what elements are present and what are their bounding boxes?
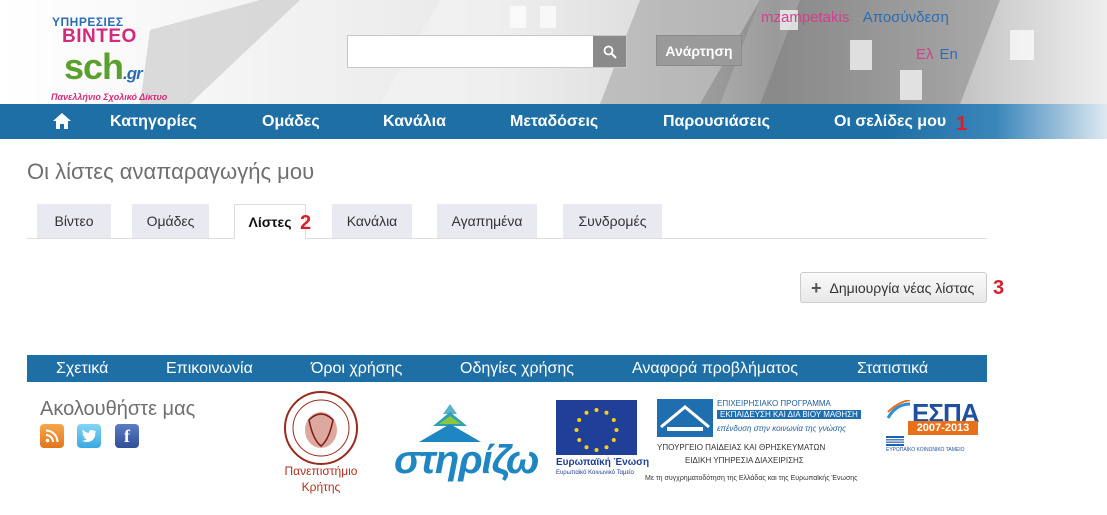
annotation-marker-3: 3 <box>993 277 1005 299</box>
logout-link[interactable]: Αποσύνδεση <box>863 9 949 26</box>
twitter-icon[interactable] <box>77 424 101 448</box>
annotation-marker-2: 2 <box>300 212 312 234</box>
nav-item-channels[interactable]: Κανάλια <box>383 104 446 139</box>
eu-sublabel: Ευρωπαϊκό Κοινωνικό Ταμείο <box>556 470 634 476</box>
lang-en-link[interactable]: En <box>940 46 958 63</box>
follow-us-label: Ακολουθήστε μας <box>40 398 196 420</box>
rss-glyph <box>45 429 59 443</box>
nav-item-broadcasts[interactable]: Μεταδόσεις <box>510 104 598 139</box>
logo-line-video: ΒΙΝΤΕΟ <box>62 26 137 47</box>
university-of-crete-seal <box>284 391 358 465</box>
greek-flag-icon <box>886 436 904 446</box>
search-button[interactable] <box>593 36 626 67</box>
edu-special-service-line: ΕΙΔΙΚΗ ΥΠΗΡΕΣΙΑ ΔΙΑΧΕΙΡΙΣΗΣ <box>685 456 804 465</box>
nav-item-groups[interactable]: Ομάδες <box>262 104 320 139</box>
nav-item-categories[interactable]: Κατηγορίες <box>110 104 197 139</box>
edu-programme-line-2: ΕΚΠΑΙΔΕΥΣΗ ΚΑΙ ΔΙΑ ΒΙΟΥ ΜΑΘΗΣΗ <box>717 410 861 419</box>
tab-favorites[interactable]: Αγαπημένα <box>437 204 537 238</box>
espa-sublabel: ΕΥΡΩΠΑΪΚΟ ΚΟΙΝΩΝΙΚΟ ΤΑΜΕΙΟ <box>886 447 965 453</box>
search-box <box>347 35 627 68</box>
footer-link-report-problem[interactable]: Αναφορά προβλήματος <box>632 355 798 382</box>
edu-ministry-line: ΥΠΟΥΡΓΕΙΟ ΠΑΙΔΕΙΑΣ ΚΑΙ ΘΡΗΣΚΕΥΜΑΤΩΝ <box>657 443 826 452</box>
nav-item-my-pages[interactable]: Οι σελίδες μου <box>834 104 946 139</box>
nav-item-presentations[interactable]: Παρουσιάσεις <box>663 104 770 139</box>
tab-videos[interactable]: Βίντεο <box>37 204 111 238</box>
edu-programme-line-1: ΕΠΙΧΕΙΡΗΣΙΑΚΟ ΠΡΟΓΡΑΜΜΑ <box>717 399 831 408</box>
footer-link-statistics[interactable]: Στατιστικά <box>857 355 928 382</box>
cofunding-statement: Με τη συγχρηματοδότηση της Ελλάδας και τ… <box>645 475 858 482</box>
uoc-line-2: Κρήτης <box>301 480 341 494</box>
language-switcher: Ελ En <box>916 46 958 63</box>
create-playlist-button[interactable]: + Δημιουργία νέας λίστας <box>800 272 987 303</box>
uoc-line-1: Πανεπιστήμιο <box>284 464 358 478</box>
site-logo[interactable]: ΥΠΗΡΕΣΙΕΣ ΒΙΝΤΕΟ sch.gr Πανελλήνιο Σχολι… <box>48 12 198 104</box>
user-area: mzampetakis - Αποσύνδεση <box>761 9 949 26</box>
eu-label: Ευρωπαϊκή Ένωση <box>556 457 650 468</box>
main-nav: Κατηγορίες Ομάδες Κανάλια Μεταδόσεις Παρ… <box>0 104 1107 139</box>
eu-flag <box>556 400 637 455</box>
upload-button[interactable]: Ανάρτηση <box>656 35 742 66</box>
page-title: Οι λίστες αναπαραγωγής μου <box>27 159 315 184</box>
site-header: ΥΠΗΡΕΣΙΕΣ ΒΙΝΤΕΟ sch.gr Πανελλήνιο Σχολι… <box>0 0 1107 104</box>
logo-tagline: Πανελλήνιο Σχολικό Δίκτυο <box>51 92 168 102</box>
university-of-crete-label: Πανεπιστήμιο Κρήτης <box>277 463 365 495</box>
stirizo-logo-text: στηρίζω <box>394 438 539 482</box>
footer-nav: Σχετικά Επικοινωνία Όροι χρήσης Οδηγίες … <box>27 355 987 382</box>
lang-el-link[interactable]: Ελ <box>916 46 934 63</box>
twitter-glyph <box>82 429 97 443</box>
footer-link-instructions[interactable]: Οδηγίες χρήσης <box>460 355 574 382</box>
footer-link-about[interactable]: Σχετικά <box>56 355 108 382</box>
logo-sch-text: sch <box>64 46 124 87</box>
username-link[interactable]: mzampetakis <box>761 9 849 26</box>
annotation-marker-1: 1 <box>956 113 968 135</box>
footer-link-terms[interactable]: Όροι χρήσης <box>311 355 402 382</box>
logo-gr-text: .gr <box>123 64 143 83</box>
espa-years: 2007-2013 <box>908 421 978 435</box>
plus-icon: + <box>811 277 822 298</box>
tab-subscriptions[interactable]: Συνδρομές <box>563 204 662 238</box>
tab-groups[interactable]: Ομάδες <box>132 204 209 238</box>
create-playlist-label: Δημιουργία νέας λίστας <box>829 279 975 296</box>
user-separator: - <box>849 9 863 26</box>
espa-swoosh-icon <box>886 400 911 419</box>
edu-programme-logo <box>657 399 713 437</box>
rss-icon[interactable] <box>40 424 64 448</box>
tab-playlists[interactable]: Λίστες <box>234 204 306 239</box>
tab-bar: Βίντεο Ομάδες Λίστες Κανάλια Αγαπημένα Σ… <box>27 204 987 239</box>
search-input[interactable] <box>348 36 594 67</box>
edu-programme-line-3: επένδυση στην κοινωνία της γνώσης <box>717 424 847 433</box>
tab-channels[interactable]: Κανάλια <box>332 204 412 238</box>
home-icon[interactable] <box>52 112 72 130</box>
footer-link-contact[interactable]: Επικοινωνία <box>166 355 253 382</box>
facebook-icon[interactable]: f <box>115 424 139 448</box>
logo-sch: sch.gr <box>64 46 143 88</box>
search-icon <box>603 45 617 59</box>
